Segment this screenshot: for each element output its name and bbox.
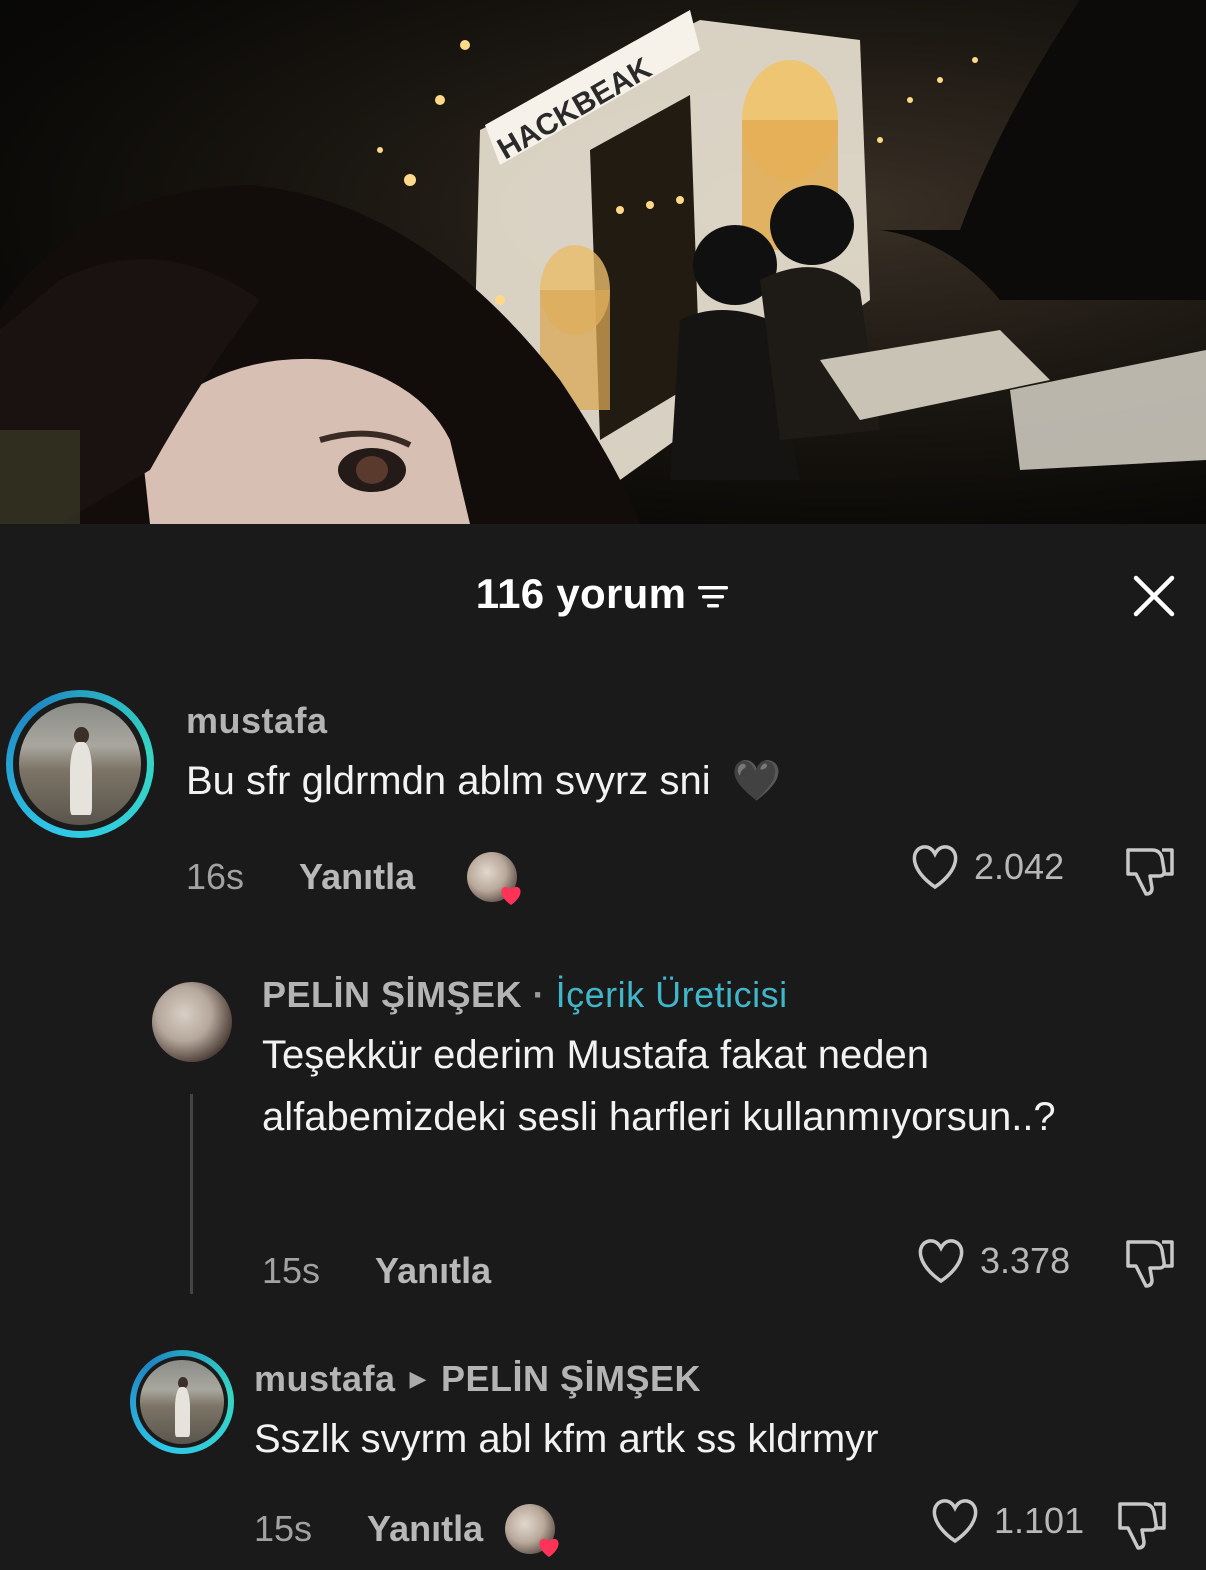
reply-button[interactable]: Yanıtla [367,1508,483,1550]
black-heart-emoji: 🖤 [731,759,782,803]
like-count: 2.042 [974,846,1065,887]
comment-meta: 15s Yanıtla [262,1250,491,1292]
reply-to-username[interactable]: PELİN ŞİMŞEK [441,1358,701,1400]
thread-line [190,1094,193,1294]
like-button[interactable]: 1.101 [928,1496,1084,1546]
heart-badge-icon [539,1538,559,1557]
comments-sheet: 116 yorum mustafa Bu sfr gldrmdn ablm sv… [0,524,1206,1570]
reply-button[interactable]: Yanıtla [375,1250,491,1292]
avatar[interactable] [130,1350,234,1454]
comment-username[interactable]: mustafa [186,700,328,742]
dislike-icon[interactable] [1114,1498,1170,1552]
reply-arrow-icon: ▶ [409,1366,427,1391]
reply-button[interactable]: Yanıtla [299,856,415,898]
comment-text: Teşekkür ederim Mustafa fakat neden alfa… [262,1033,1056,1139]
comment-reply-item: PELİN ŞİMŞEK · İçerik Üreticisi Teşekkür… [0,964,1206,1324]
night-scene-illustration: HACKBEAK [0,0,1206,524]
like-count: 1.101 [994,1500,1085,1541]
comment-time: 15s [254,1508,313,1549]
heart-outline-icon [918,1239,964,1284]
creator-badge: İçerik Üreticisi [555,974,788,1015]
close-icon[interactable] [1130,572,1178,620]
creator-avatar[interactable] [152,982,232,1062]
reply-username-line: mustafa ▶ PELİN ŞİMŞEK [254,1358,701,1400]
avatar[interactable] [6,690,154,838]
comment-reply-item: mustafa ▶ PELİN ŞİMŞEK Sszlk svyrm abl k… [0,1350,1206,1570]
separator-dot: · [532,974,546,1015]
comment-text: Sszlk svyrm abl kfm artk ss kldrmyr [254,1417,879,1461]
comments-header: 116 yorum [0,564,1206,624]
like-button[interactable]: 3.378 [914,1236,1070,1286]
comment-count-title: 116 yorum [475,570,687,617]
creator-liked-avatar [505,1504,559,1557]
like-button[interactable]: 2.042 [908,842,1064,892]
comment-meta: 16s Yanıtla [186,852,521,905]
dislike-icon[interactable] [1122,844,1178,898]
comment-time: 16s [186,856,245,897]
comment-item: mustafa Bu sfr gldrmdn ablm svyrz sni 🖤 … [0,684,1206,914]
heart-badge-icon [501,886,521,905]
heart-outline-icon [932,1499,978,1544]
creator-username-line: PELİN ŞİMŞEK · İçerik Üreticisi [262,974,788,1016]
comment-text: Bu sfr gldrmdn ablm svyrz sni 🖤 [186,750,782,812]
comment-username[interactable]: mustafa [254,1358,396,1400]
video-background-photo: HACKBEAK [0,0,1206,524]
comment-username[interactable]: PELİN ŞİMŞEK [262,974,522,1015]
heart-outline-icon [912,845,958,890]
comment-meta: 15s Yanıtla [254,1504,559,1557]
comment-body: Bu sfr gldrmdn ablm svyrz sni [186,759,711,803]
sort-icon[interactable] [696,582,730,612]
dislike-icon[interactable] [1122,1236,1178,1290]
comment-time: 15s [262,1250,321,1291]
like-count: 3.378 [980,1240,1071,1281]
creator-liked-avatar [467,852,521,905]
